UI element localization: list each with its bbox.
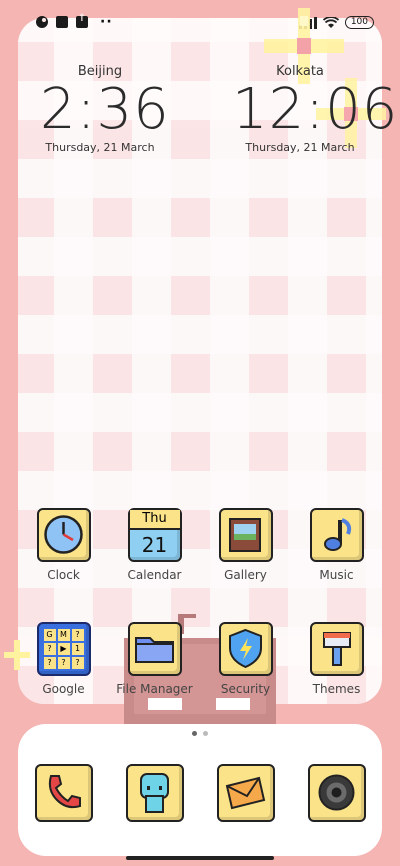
time-display: 12:06 [232,77,399,142]
dock-app-camera[interactable] [297,764,377,822]
folder-icon [127,622,182,676]
calendar-icon: Thu 21 [127,508,182,562]
date-label: Thursday, 21 March [245,141,355,154]
date-label: Thursday, 21 March [45,141,155,154]
page-indicator [0,731,400,736]
clock-icon [36,508,91,562]
app-google-folder[interactable]: G M ? ? ▶ 1 ? ? ? Google [24,622,104,696]
page-dot-active[interactable] [192,731,197,736]
app-label: Themes [312,682,361,696]
gallery-icon [218,508,273,562]
app-gallery[interactable]: Gallery [206,508,286,582]
clock-widget-beijing[interactable]: Beijing 2:36 Thursday, 21 March [40,64,170,154]
folder-glyph: ? [71,657,84,669]
google-folder-icon: G M ? ? ▶ 1 ? ? ? [36,622,91,676]
shield-icon [218,622,273,676]
dock-app-phone[interactable] [24,764,104,822]
messages-icon [216,764,275,822]
folder-glyph: ? [71,629,84,641]
app-row-2: G M ? ? ▶ 1 ? ? ? Google File Manager Se… [18,622,382,696]
upload-icon [76,13,88,28]
battery-icon: 100 [344,16,374,29]
mi-icon [36,16,48,28]
app-label: File Manager [116,682,193,696]
dock-apps [18,764,382,822]
app-calendar[interactable]: Thu 21 Calendar [115,508,195,582]
camera-icon [307,764,366,822]
folder-glyph: ▶ [57,643,70,655]
app-label: Gallery [224,568,267,582]
app-label: Security [220,682,271,696]
dock-app-contacts[interactable] [115,764,195,822]
app-file-manager[interactable]: File Manager [115,622,195,696]
app-security[interactable]: Security [206,622,286,696]
page-dot[interactable] [203,731,208,736]
app-label: Clock [47,568,80,582]
folder-glyph: ? [43,657,56,669]
dock-app-messages[interactable] [206,764,286,822]
app-themes[interactable]: Themes [297,622,377,696]
app-clock[interactable]: Clock [24,508,104,582]
folder-glyph: M [57,629,70,641]
calendar-day: Thu [129,510,180,530]
home-indicator[interactable] [126,856,274,860]
folder-glyph: ? [57,657,70,669]
contacts-icon [125,764,184,822]
app-row-1: Clock Thu 21 Calendar Gallery Music [18,508,382,582]
folder-glyph: ? [43,643,56,655]
time-display: 2:36 [40,77,170,142]
phone-icon [34,764,93,822]
calendar-date: 21 [141,533,168,557]
app-label: Google [42,682,85,696]
square-icon [56,16,68,28]
music-icon [309,508,364,562]
app-music[interactable]: Music [297,508,377,582]
app-label: Calendar [127,568,182,582]
folder-glyph: 1 [71,643,84,655]
more-dots-icon: ·· [100,14,113,30]
app-label: Music [319,568,354,582]
folder-glyph: G [43,629,56,641]
paintbrush-icon [309,622,364,676]
clock-widget-kolkata[interactable]: Kolkata 12:06 Thursday, 21 March [232,64,399,154]
